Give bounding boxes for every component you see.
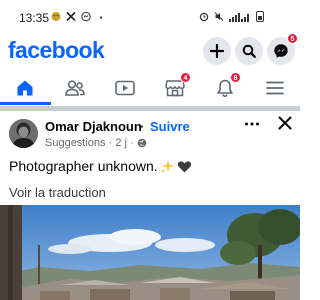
black-heart-emoji-icon [177,160,191,172]
caption-text: Photographer unknown. [9,158,158,174]
tab-friends[interactable] [57,74,93,102]
mute-icon [214,12,224,21]
author-avatar[interactable] [9,119,38,148]
tab-notifications[interactable]: 8 [207,72,243,102]
tab-bar: 4 8 [0,70,300,106]
post-photo-image [0,205,300,300]
search-icon [242,44,256,58]
messenger-badge: 5 [287,33,298,44]
notifications-badge: 8 [230,72,241,83]
tab-marketplace[interactable]: 4 [157,72,193,102]
active-tab-indicator [0,102,51,105]
facebook-logo[interactable]: facebook [8,37,105,64]
dot-icon [99,16,103,19]
x-app-icon [66,11,76,22]
marketplace-badge: 4 [180,72,191,83]
avatar-image [9,119,38,148]
post-meta: Suggestions · 2 j · [45,137,147,149]
see-translation-link[interactable]: Voir la traduction [9,185,106,200]
emoji-app-icon [51,12,61,21]
globe-icon [137,138,146,148]
menu-icon [266,81,284,95]
home-icon [17,80,33,96]
video-icon [115,80,135,96]
tab-video[interactable] [107,74,143,102]
battery-icon [256,11,264,22]
messenger-icon [274,44,288,58]
signal-icon [229,13,249,22]
plus-icon [210,44,224,58]
post-photo[interactable] [0,205,300,300]
status-right-icons [199,11,264,22]
app-header: facebook 5 [0,33,300,70]
friends-icon [65,80,85,96]
name-separator: · [140,119,145,134]
author-name[interactable]: Omar Djaknoun [45,119,142,134]
create-button[interactable] [203,37,231,65]
post-caption: Photographer unknown. [9,158,192,174]
search-button[interactable] [235,37,263,65]
post-meta-text: Suggestions · 2 j · [45,137,134,149]
messenger-button[interactable]: 5 [267,33,298,65]
tab-home[interactable] [7,74,43,102]
status-bar: 13:35 [0,0,300,36]
status-time: 13:35 [19,11,50,25]
follow-button[interactable]: Suivre [150,119,190,134]
status-left-icons [51,11,106,22]
messenger-status-icon [81,11,91,22]
alarm-icon [199,12,209,22]
tab-menu[interactable] [257,74,293,102]
close-icon[interactable] [277,115,293,131]
more-options-icon[interactable] [244,118,260,130]
sparkles-emoji-icon [160,159,174,173]
